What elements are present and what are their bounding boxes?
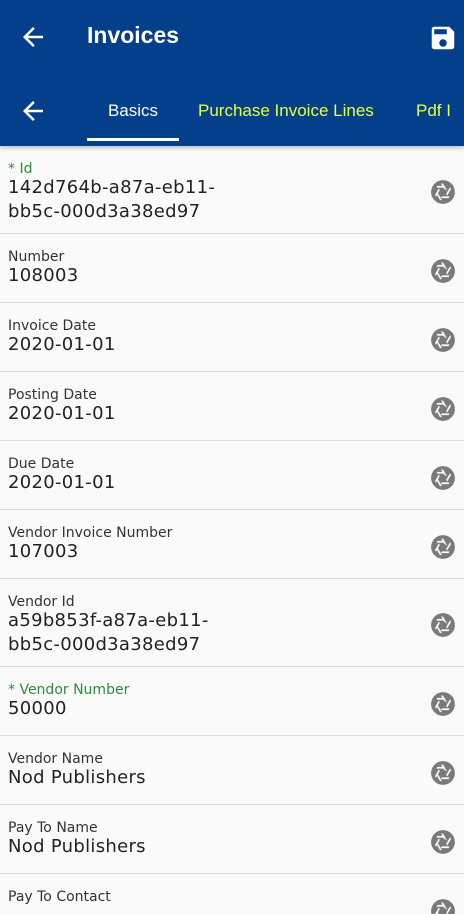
field-row[interactable]: * Vendor Number 50000 [0,667,464,736]
arrow-left-icon[interactable] [18,96,48,126]
field-value: 2020-01-01 [8,403,116,424]
field-value: 108003 [8,265,79,286]
field-value: 142d764b-a87a-eb11- bb5c-000d3a38ed97 [8,177,216,222]
tab-bar: Basics Purchase Invoice Lines Pdf I [0,76,464,146]
field-label: * Id [8,161,33,177]
tab-basics[interactable]: Basics [87,76,179,146]
tab-purchase-invoice-lines[interactable]: Purchase Invoice Lines [198,76,374,146]
camera-shutter-icon[interactable] [430,179,456,205]
camera-shutter-icon[interactable] [430,396,456,422]
field-row[interactable]: Posting Date 2020-01-01 [0,372,464,441]
field-row[interactable]: Due Date 2020-01-01 [0,441,464,510]
camera-shutter-icon[interactable] [430,465,456,491]
field-row[interactable]: Pay To Contact [0,874,464,914]
app-bar: Invoices [0,0,464,76]
save-icon[interactable] [428,23,458,53]
field-label: * Vendor Number [8,682,130,698]
camera-shutter-icon[interactable] [430,829,456,855]
field-value: 2020-01-01 [8,334,116,355]
camera-shutter-icon[interactable] [430,327,456,353]
camera-shutter-icon[interactable] [430,612,456,638]
camera-shutter-icon[interactable] [430,898,456,914]
field-row[interactable]: Vendor Id a59b853f-a87a-eb11- bb5c-000d3a… [0,579,464,667]
camera-shutter-icon[interactable] [430,534,456,560]
field-label: Pay To Contact [8,889,111,905]
field-label: Vendor Id [8,594,75,610]
tab-pdf[interactable]: Pdf I [416,76,451,146]
field-label: Pay To Name [8,820,98,836]
field-value: Nod Publishers [8,836,146,857]
field-value: 50000 [8,698,67,719]
camera-shutter-icon[interactable] [430,691,456,717]
arrow-left-icon[interactable] [18,22,48,52]
field-label: Invoice Date [8,318,96,334]
field-value: a59b853f-a87a-eb11- bb5c-000d3a38ed97 [8,610,209,655]
field-label: Due Date [8,456,75,472]
field-label: Vendor Name [8,751,103,767]
field-row[interactable]: Number 108003 [0,234,464,303]
field-value: 107003 [8,541,79,562]
field-row[interactable]: Vendor Invoice Number 107003 [0,510,464,579]
page-title: Invoices [87,22,180,48]
field-label: Number [8,249,65,265]
field-row[interactable]: Pay To Name Nod Publishers [0,805,464,874]
camera-shutter-icon[interactable] [430,760,456,786]
field-row[interactable]: Vendor Name Nod Publishers [0,736,464,805]
field-row[interactable]: * Id 142d764b-a87a-eb11- bb5c-000d3a38ed9… [0,146,464,234]
field-value: Nod Publishers [8,767,146,788]
camera-shutter-icon[interactable] [430,258,456,284]
field-value: 2020-01-01 [8,472,116,493]
field-label: Posting Date [8,387,97,403]
field-label: Vendor Invoice Number [8,525,173,541]
field-row[interactable]: Invoice Date 2020-01-01 [0,303,464,372]
